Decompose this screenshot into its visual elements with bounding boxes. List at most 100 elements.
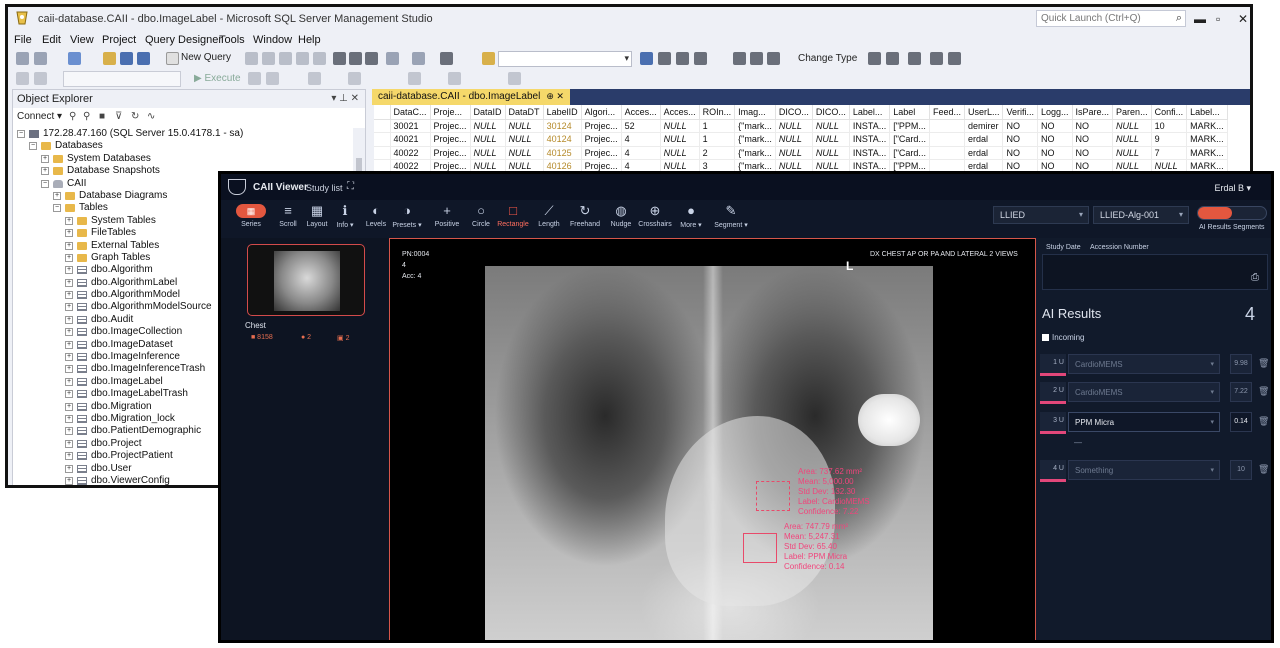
expand-icon[interactable]: +	[65, 253, 73, 262]
expand-icon[interactable]: +	[65, 439, 73, 448]
table-row[interactable]: 30021 Projec... NULL NULL 30124 Projec... 52 NU…	[374, 119, 1228, 133]
db-query-icon[interactable]	[262, 52, 275, 65]
ai-result-confidence[interactable]: 0.14	[1230, 412, 1252, 432]
stop-icon[interactable]: ■	[99, 111, 105, 122]
table-cell[interactable]: 4	[621, 132, 661, 147]
table-cell[interactable]: NULL	[1112, 132, 1152, 147]
table-cell[interactable]: NULL	[812, 146, 850, 160]
table-cell[interactable]: 9	[1151, 132, 1188, 147]
redo-icon[interactable]	[412, 52, 425, 65]
comment-icon[interactable]	[408, 72, 421, 85]
column-icon[interactable]	[868, 52, 881, 65]
table-cell[interactable]: NO	[1072, 132, 1114, 147]
table-cell[interactable]: ["PPM...	[889, 119, 930, 133]
column-header[interactable]: Label	[889, 105, 930, 120]
study-list-link[interactable]: Study list	[306, 183, 343, 193]
table-cell[interactable]: NO	[1037, 132, 1073, 147]
tool-series[interactable]: ▦ Series	[231, 204, 271, 228]
close-button[interactable]: ✕	[1238, 12, 1248, 26]
expand-icon[interactable]: +	[65, 427, 73, 436]
parse-icon[interactable]	[266, 72, 279, 85]
collapse-icon[interactable]: −	[53, 204, 61, 213]
column-header[interactable]: DICO...	[775, 105, 813, 120]
layout-icon[interactable]	[948, 52, 961, 65]
column-header[interactable]: LabelID	[543, 105, 582, 120]
pin-icon[interactable]: ▾ ⊥ ✕	[331, 93, 359, 104]
column-header[interactable]: Acces...	[660, 105, 700, 120]
table-cell[interactable]: NULL	[775, 119, 813, 133]
expand-icon[interactable]: +	[65, 353, 73, 362]
image-viewport[interactable]: PN:0004 4 Acc: 4 DX CHEST AP OR PA AND L…	[389, 238, 1036, 640]
expand-icon[interactable]: +	[65, 402, 73, 411]
expand-icon[interactable]: +	[65, 241, 73, 250]
table-cell[interactable]: NULL	[470, 119, 506, 133]
expand-icon[interactable]: +	[65, 278, 73, 287]
expand-icon[interactable]: +	[65, 464, 73, 473]
filter-icon[interactable]	[908, 52, 921, 65]
table-cell[interactable]: {"mark...	[734, 132, 776, 147]
chevron-down-icon[interactable]: ▾	[54, 111, 62, 122]
expand-icon[interactable]: +	[65, 414, 73, 423]
stop-icon[interactable]	[248, 72, 261, 85]
table-cell[interactable]: NO	[1002, 119, 1038, 133]
tool-presets[interactable]: ◑ Presets ▾	[387, 204, 427, 230]
menu-help[interactable]: Help	[298, 34, 321, 46]
disconnect-icon[interactable]	[34, 72, 47, 85]
db-query-icon[interactable]	[245, 52, 258, 65]
table-cell[interactable]: 7	[1151, 146, 1188, 160]
collapse-icon[interactable]: −	[17, 130, 25, 138]
activity-icon[interactable]: ∿	[147, 111, 155, 122]
table-cell[interactable]: INSTA...	[849, 146, 891, 160]
column-header[interactable]: Confi...	[1151, 105, 1188, 120]
table-cell[interactable]: 40124	[543, 132, 582, 147]
ai-result-row[interactable]: 1 U CardioMEMS ▾ 9.98 🗑	[1036, 354, 1271, 376]
table-cell[interactable]: NULL	[505, 146, 544, 160]
table-cell[interactable]: MARK...	[1186, 132, 1228, 147]
table-cell[interactable]: demirer	[964, 119, 1004, 133]
table-cell[interactable]: NULL	[775, 132, 813, 147]
row-selector[interactable]	[374, 119, 391, 133]
save-icon[interactable]: ⎙	[1251, 272, 1259, 283]
model-select[interactable]: LLIED ▾	[993, 206, 1089, 224]
column-header[interactable]: DICO...	[812, 105, 850, 120]
table-cell[interactable]: {"mark...	[734, 146, 776, 160]
back-icon[interactable]	[16, 52, 29, 65]
expand-icon[interactable]: +	[65, 291, 73, 300]
connect-icon[interactable]	[16, 72, 29, 85]
column-header[interactable]: Paren...	[1112, 105, 1152, 120]
table-cell[interactable]: INSTA...	[849, 119, 891, 133]
table-cell[interactable]: NO	[1037, 146, 1073, 160]
table-cell[interactable]: Projec...	[581, 119, 622, 133]
change-type-button[interactable]: Change Type	[798, 53, 857, 64]
wrench-icon[interactable]	[658, 52, 671, 65]
table-cell[interactable]: 1	[699, 132, 736, 147]
table-cell[interactable]: Projec...	[581, 146, 622, 160]
table-cell[interactable]: NULL	[812, 132, 850, 147]
table-row[interactable]: 40022 Projec... NULL NULL 40125 Projec... 4 NUL…	[374, 146, 1228, 160]
sql-pane-icon[interactable]	[767, 52, 780, 65]
column-header[interactable]: DataC...	[390, 105, 431, 120]
menu-tools[interactable]: Tools	[219, 34, 245, 46]
list-icon[interactable]	[750, 52, 763, 65]
tool-rectangle[interactable]: □ Rectangle	[493, 204, 533, 229]
table-cell[interactable]: NO	[1002, 132, 1038, 147]
trash-icon[interactable]: 🗑	[1258, 416, 1269, 427]
table-row[interactable]: 40021 Projec... NULL NULL 40124 Projec... 4 NUL…	[374, 132, 1228, 147]
series-thumbnail[interactable]	[247, 244, 365, 316]
ai-result-confidence[interactable]: 7.22	[1230, 382, 1252, 402]
ai-results-segments-toggle[interactable]	[1197, 206, 1267, 220]
sql-icon[interactable]	[482, 52, 495, 65]
toolbox-icon[interactable]	[676, 52, 689, 65]
table-cell[interactable]	[929, 119, 965, 133]
collapse-icon[interactable]: −	[29, 142, 37, 151]
open-file-icon[interactable]	[103, 52, 116, 65]
layout-icon[interactable]	[930, 52, 943, 65]
tab-imagelabel[interactable]: caii-database.CAII - dbo.ImageLabel ⊕ ✕	[372, 89, 570, 105]
expand-icon[interactable]: +	[65, 365, 73, 374]
expand-icon[interactable]: +	[65, 390, 73, 399]
table-cell[interactable]: 1	[699, 119, 736, 133]
collapse-icon[interactable]: −	[41, 179, 49, 188]
column-header[interactable]: Verifi...	[1002, 105, 1038, 120]
fullscreen-icon[interactable]: ⛶	[347, 181, 354, 192]
window-icon[interactable]	[694, 52, 707, 65]
